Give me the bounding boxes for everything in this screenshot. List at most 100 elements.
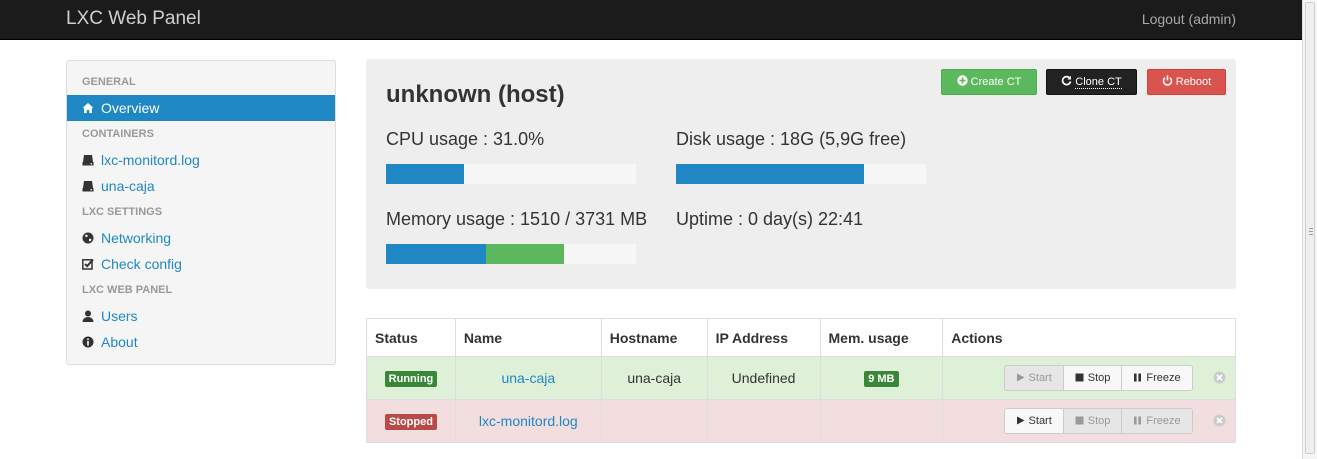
logout-link[interactable]: Logout (admin) xyxy=(1142,11,1236,27)
status-badge: Stopped xyxy=(384,414,437,430)
sidebar-item-label: lxc-monitord.log xyxy=(101,152,200,168)
column-header-status: Status xyxy=(366,318,456,357)
nav-header-general: GENERAL xyxy=(82,76,136,88)
top-navbar: LXC Web Panel Logout (admin) xyxy=(0,0,1302,40)
start-button[interactable]: Start xyxy=(1003,365,1064,391)
mem-usage-cell: 9 MB xyxy=(819,356,944,400)
hostname-cell: una-caja xyxy=(600,356,708,400)
scrollbar-thumb[interactable] xyxy=(1305,2,1315,454)
pause-icon xyxy=(1133,416,1142,425)
actions-cell: Start Stop Freeze xyxy=(942,399,1236,443)
sidebar-item-users[interactable]: Users xyxy=(67,303,335,329)
server-icon xyxy=(82,180,94,192)
refresh-icon xyxy=(1061,75,1072,86)
table-row: Stopped lxc-monitord.log Start Stop Free… xyxy=(366,399,1236,443)
nav-header-lxc-settings: LXC SETTINGS xyxy=(82,206,163,218)
plus-circle-icon xyxy=(956,75,968,86)
memory-cached-fill xyxy=(486,244,564,264)
sidebar-item-label: una-caja xyxy=(101,178,155,194)
cpu-usage-fill xyxy=(386,164,464,184)
scrollbar-grip xyxy=(1309,228,1313,229)
sidebar-item-label: Check config xyxy=(101,256,182,272)
remove-container-icon[interactable] xyxy=(1213,371,1226,384)
nav-header-containers: CONTAINERS xyxy=(82,128,154,140)
sidebar-item-label: About xyxy=(101,334,138,350)
stop-button[interactable]: Stop xyxy=(1062,408,1123,434)
remove-container-icon[interactable] xyxy=(1213,414,1226,427)
disk-usage-fill xyxy=(676,164,864,184)
status-cell: Stopped xyxy=(366,399,456,443)
start-label: Start xyxy=(1028,372,1052,384)
check-square-icon xyxy=(82,258,94,270)
memory-usage-bar xyxy=(386,244,636,264)
column-header-name: Name xyxy=(454,318,602,357)
window-scrollbar[interactable] xyxy=(1302,0,1317,459)
action-button-group: Start Stop Freeze xyxy=(1003,365,1193,391)
stop-button[interactable]: Stop xyxy=(1062,365,1123,391)
sidebar-item-una-caja[interactable]: una-caja xyxy=(67,173,335,199)
containers-table: Status Name Hostname IP Address Mem. usa… xyxy=(366,318,1236,443)
sidebar-item-lxc-monitord-log[interactable]: lxc-monitord.log xyxy=(67,147,335,173)
column-header-ip-address: IP Address xyxy=(706,318,821,357)
reboot-button[interactable]: Reboot xyxy=(1147,69,1226,95)
freeze-button[interactable]: Freeze xyxy=(1121,408,1193,434)
host-title: unknown (host) xyxy=(386,81,565,108)
start-button[interactable]: Start xyxy=(1003,408,1064,434)
nav-header-lxc-web-panel: LXC WEB PANEL xyxy=(82,284,173,296)
mem-usage-badge: 9 MB xyxy=(864,371,899,387)
column-header-hostname: Hostname xyxy=(600,318,708,357)
sidebar-item-networking[interactable]: Networking xyxy=(67,225,335,251)
sidebar-item-label: Networking xyxy=(101,230,172,246)
column-header-mem-usage: Mem. usage xyxy=(819,318,944,357)
name-cell: una-caja xyxy=(454,356,602,400)
power-icon xyxy=(1162,75,1173,86)
info-icon xyxy=(82,336,94,348)
cpu-usage-bar xyxy=(386,164,636,184)
play-icon xyxy=(1016,373,1025,382)
actions-cell: Start Stop Freeze xyxy=(942,356,1236,400)
reboot-label: Reboot xyxy=(1175,76,1212,88)
scrollbar-grip xyxy=(1309,234,1313,235)
table-header-row: Status Name Hostname IP Address Mem. usa… xyxy=(366,318,1236,357)
action-button-group: Start Stop Freeze xyxy=(1003,408,1193,434)
clone-ct-label: Clone CT xyxy=(1075,76,1122,89)
name-cell: lxc-monitord.log xyxy=(454,399,602,443)
create-ct-button[interactable]: Create CT xyxy=(941,69,1037,95)
create-ct-label: Create CT xyxy=(970,76,1022,88)
disk-usage-text: Disk usage : 18G (5,9G free) xyxy=(676,129,907,149)
memory-usage-text: Memory usage : 1510 / 3731 MB xyxy=(386,209,648,229)
freeze-label: Freeze xyxy=(1146,415,1181,427)
sidebar-item-about[interactable]: About xyxy=(67,329,335,355)
freeze-button[interactable]: Freeze xyxy=(1121,365,1193,391)
globe-icon xyxy=(82,232,94,244)
sidebar-item-overview[interactable]: Overview xyxy=(67,95,335,121)
ip-address-cell: Undefined xyxy=(706,356,821,400)
scrollbar-grip xyxy=(1309,231,1313,232)
play-icon xyxy=(1016,416,1025,425)
status-badge: Running xyxy=(384,371,438,387)
stop-label: Stop xyxy=(1087,372,1111,384)
mem-usage-cell xyxy=(819,399,944,443)
column-header-actions: Actions xyxy=(942,318,1236,357)
clone-ct-button[interactable]: Clone CT xyxy=(1046,69,1137,95)
cpu-usage-text: CPU usage : 31.0% xyxy=(386,129,545,149)
uptime-text: Uptime : 0 day(s) 22:41 xyxy=(676,209,864,229)
brand-link[interactable]: LXC Web Panel xyxy=(66,8,201,30)
container-name-link[interactable]: una-caja xyxy=(501,370,555,386)
disk-usage-bar xyxy=(676,164,926,184)
sidebar-item-check-config[interactable]: Check config xyxy=(67,251,335,277)
sidebar-item-label: Overview xyxy=(101,100,160,116)
table-row: Running una-caja una-caja Undefined 9 MB… xyxy=(366,356,1236,400)
host-panel: unknown (host) Create CT Clone CT Reboot… xyxy=(366,59,1236,289)
ip-address-cell xyxy=(706,399,821,443)
hostname-cell xyxy=(600,399,708,443)
memory-used-fill xyxy=(386,244,486,264)
sidebar-nav: GENERAL Overview CONTAINERS lxc-monitord… xyxy=(66,60,336,365)
stop-icon xyxy=(1075,416,1084,425)
user-icon xyxy=(82,310,94,322)
home-icon xyxy=(82,102,94,114)
container-name-link[interactable]: lxc-monitord.log xyxy=(479,413,578,429)
server-icon xyxy=(82,154,94,166)
pause-icon xyxy=(1133,373,1142,382)
sidebar-item-label: Users xyxy=(101,308,138,324)
